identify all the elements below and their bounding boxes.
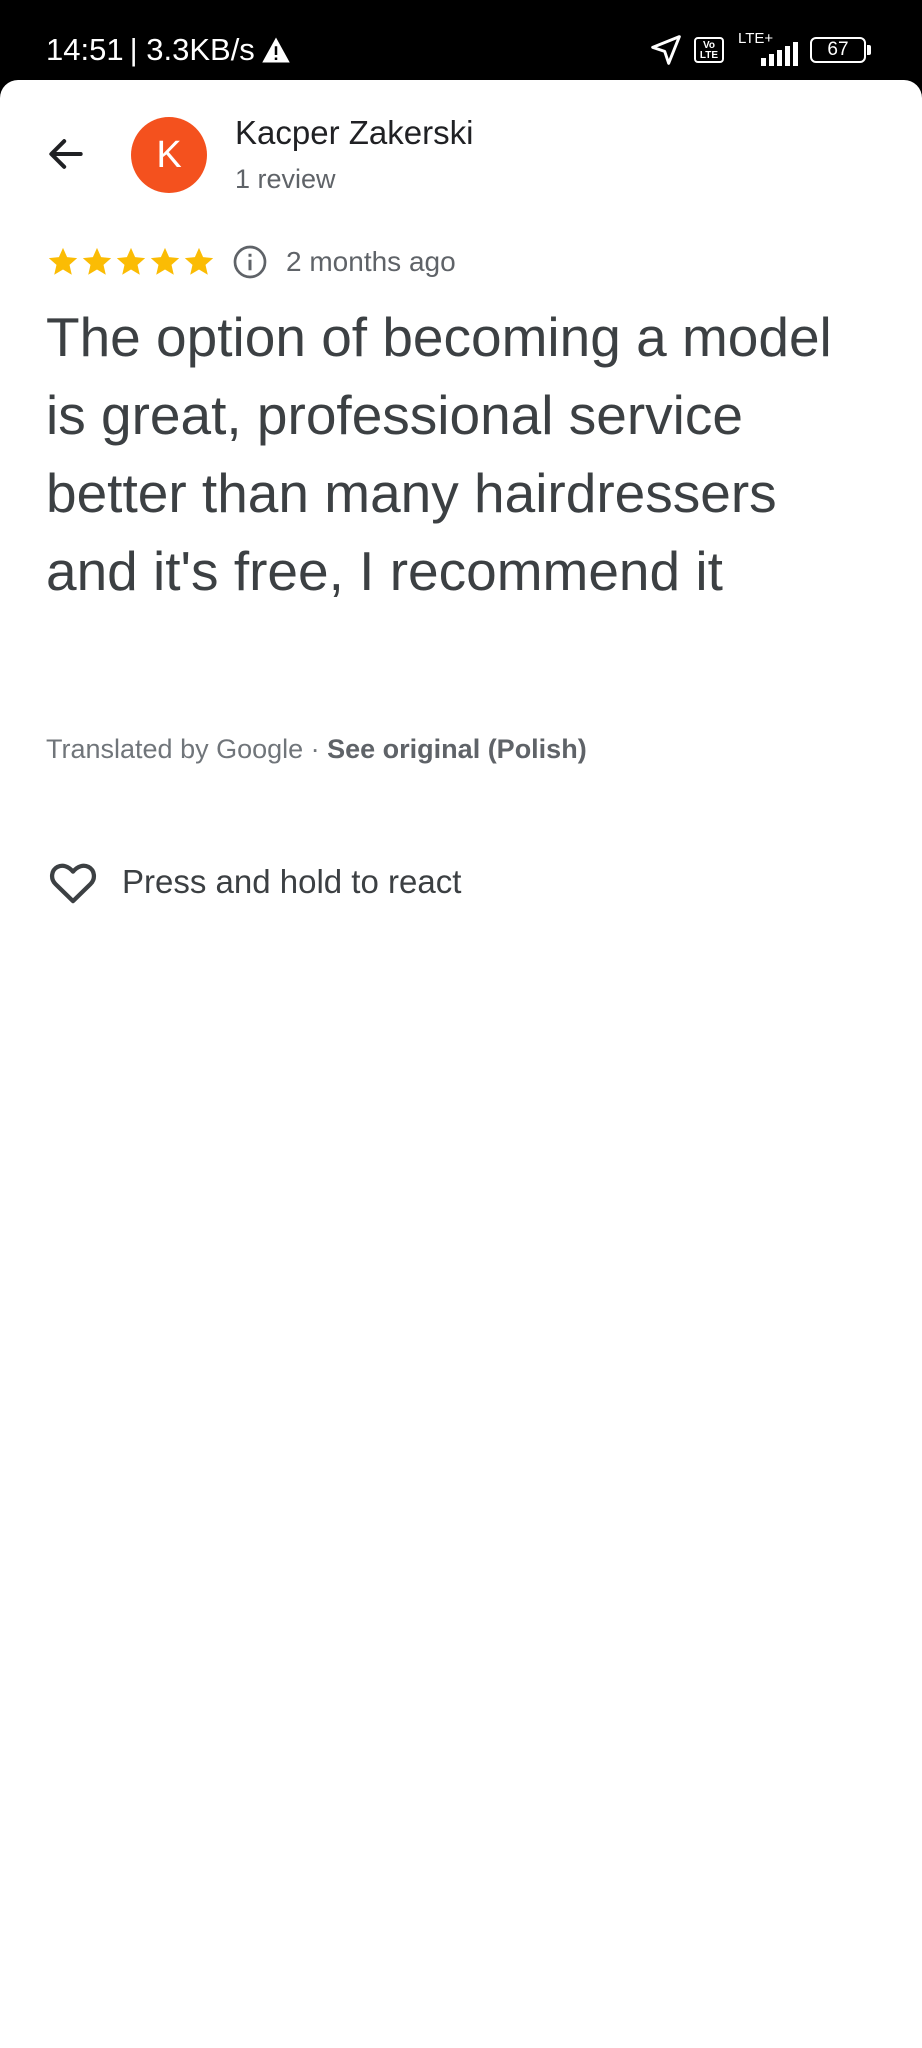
- review-count: 1 review: [235, 164, 336, 194]
- star-rating: [46, 245, 216, 279]
- see-original-link[interactable]: See original (Polish): [327, 734, 587, 764]
- status-bar: 14:51 | 3.3KB/s Vo LTE LTE+ 67: [0, 0, 922, 80]
- reviewer-name[interactable]: Kacper Zakerski: [235, 114, 473, 152]
- heart-icon: [50, 863, 96, 904]
- status-left: 14:51 | 3.3KB/s: [46, 30, 291, 70]
- network-speed: | 3.3KB/s: [129, 32, 255, 67]
- star-icon: [48, 247, 78, 275]
- rating-row: 2 months ago: [46, 240, 456, 284]
- react-button[interactable]: Press and hold to react: [46, 852, 461, 912]
- back-button[interactable]: [36, 124, 96, 184]
- star-icon: [184, 247, 214, 275]
- react-label: Press and hold to react: [122, 863, 462, 900]
- location-arrow-icon: [651, 35, 681, 65]
- star-icon: [82, 247, 112, 275]
- signal-bars: [761, 42, 798, 66]
- star-icon: [116, 247, 146, 275]
- translation-row: Translated by Google · See original (Pol…: [46, 734, 587, 765]
- review-sheet: K Kacper Zakerski 1 review 2 months ago …: [0, 80, 922, 2048]
- info-icon[interactable]: [232, 244, 268, 280]
- review-date: 2 months ago: [286, 246, 456, 277]
- translation-label: Translated by Google ·: [46, 734, 328, 764]
- star-icon: [150, 247, 180, 275]
- status-right: Vo LTE LTE+ 67: [650, 28, 871, 72]
- signal-icon: LTE+: [736, 30, 798, 70]
- review-text: The option of becoming a model is great,…: [46, 306, 832, 602]
- avatar-initial: K: [156, 133, 182, 176]
- battery-icon: 67: [810, 37, 871, 63]
- avatar[interactable]: K: [131, 117, 207, 193]
- warning-icon: [262, 37, 290, 63]
- status-time: 14:51: [46, 32, 124, 67]
- volte-icon: Vo LTE: [694, 37, 724, 63]
- arrow-back-icon: [49, 139, 83, 169]
